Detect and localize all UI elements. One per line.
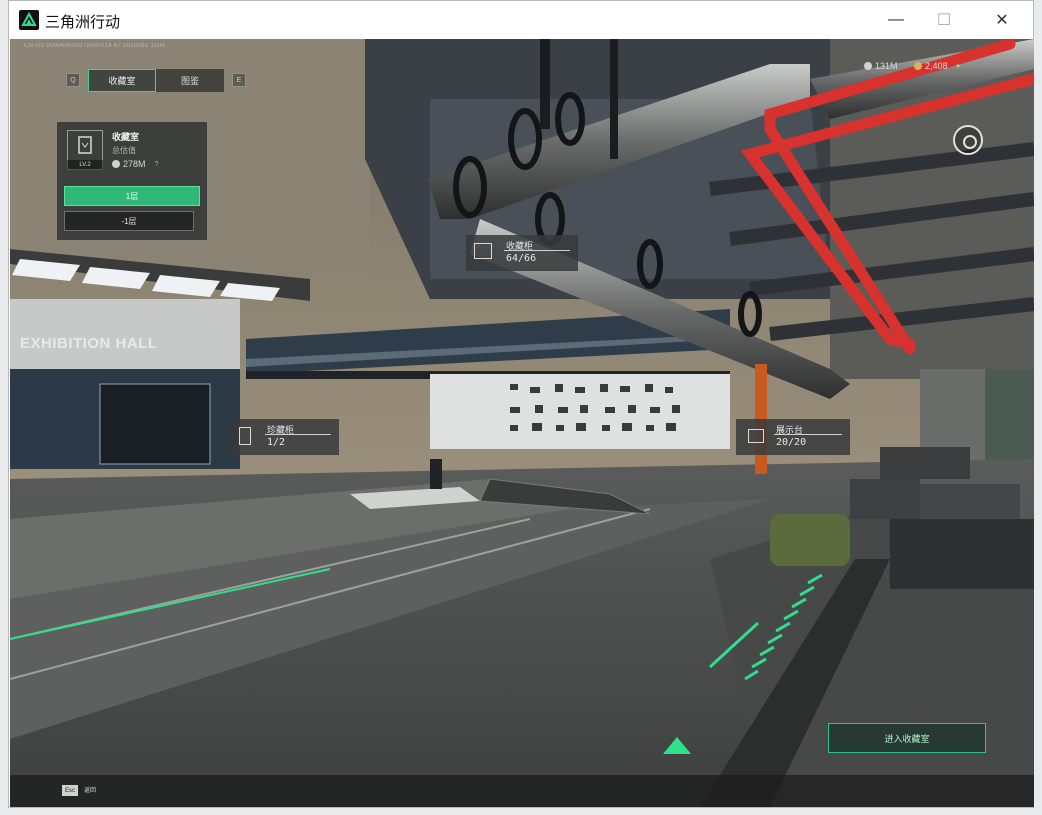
esc-key[interactable]: Esc (62, 785, 78, 796)
game-viewport[interactable]: CN 0/0 000060530279580014 87 2020061 150… (10, 39, 1034, 807)
room-title: 收藏室 (112, 132, 140, 142)
room-value-amount: 278M (123, 159, 146, 169)
window-title: 三角洲行动 (45, 14, 121, 31)
marker-collection-cabinet[interactable]: 收藏柜 64/66 (466, 235, 578, 271)
gold-amount: 2,408 (925, 61, 948, 71)
direction-arrow-icon (663, 737, 691, 754)
back-label: 返回 (84, 788, 97, 794)
top-tabs: Q 收藏室 图鉴 E (58, 68, 254, 92)
marker-display-stand[interactable]: 展示台 20/20 (736, 419, 850, 455)
exhibition-hall-sign: EXHIBITION HALL (20, 335, 158, 352)
room-value: 278M ? (112, 159, 158, 169)
enter-collection-room-button[interactable]: 进入收藏室 (828, 723, 986, 753)
app-logo-icon (19, 10, 39, 30)
gold-currency[interactable]: 2,408 + (914, 61, 961, 71)
floor-1-button[interactable]: 1层 (64, 186, 200, 206)
silver-coin-icon (112, 160, 120, 168)
camera-reset-icon[interactable] (953, 125, 983, 155)
silver-amount: 131M (875, 61, 898, 71)
title-bar: 三角洲行动 — ☐ ✕ (9, 1, 1033, 39)
debug-info-text: CN 0/0 000060530279580014 87 2020061 150… (24, 43, 166, 49)
marker-count: 1/2 (267, 437, 286, 448)
treasure-cabinet-icon (239, 427, 251, 445)
tab-next-key[interactable]: E (232, 73, 246, 87)
marker-count: 64/66 (506, 253, 537, 264)
add-gold-button[interactable]: + (956, 61, 961, 71)
tab-collection-room[interactable]: 收藏室 (88, 68, 156, 92)
room-info-panel: LV.2 收藏室 总估值 278M ? 1层 -1层 (57, 122, 207, 240)
help-icon[interactable]: ? (155, 161, 159, 168)
floor-minus1-button[interactable]: -1层 (64, 211, 194, 231)
marker-divider (504, 250, 570, 251)
marker-treasure-cabinet[interactable]: 珍藏柜 1/2 (227, 419, 339, 455)
display-stand-icon (748, 429, 764, 443)
marker-divider (774, 434, 842, 435)
minimize-button[interactable]: — (873, 1, 919, 39)
room-value-label: 总估值 (112, 146, 136, 155)
app-window: 三角洲行动 — ☐ ✕ CN 0/0 000060530279580014 87… (8, 0, 1034, 808)
tab-prev-key[interactable]: Q (66, 73, 80, 87)
tab-catalog[interactable]: 图鉴 (156, 68, 224, 92)
silver-currency: 131M (864, 61, 898, 71)
bottom-hint-bar: Esc 返回 (10, 775, 1034, 807)
cabinet-icon (474, 243, 492, 259)
gold-coin-icon (914, 62, 922, 70)
marker-count: 20/20 (776, 437, 807, 448)
room-level: LV.2 (67, 160, 103, 170)
maximize-button[interactable]: ☐ (921, 1, 967, 39)
marker-divider (265, 434, 331, 435)
close-button[interactable]: ✕ (979, 1, 1025, 39)
silver-coin-icon (864, 62, 872, 70)
